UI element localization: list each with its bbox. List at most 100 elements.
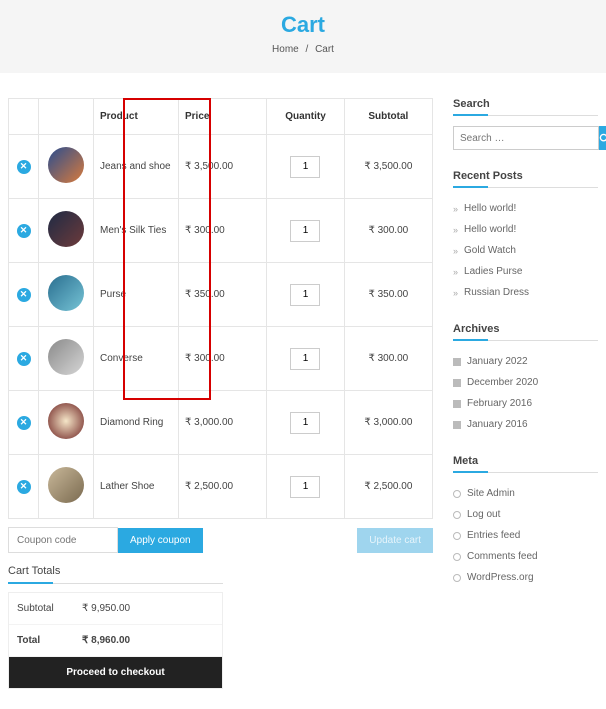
remove-button[interactable]: ✕ <box>17 224 31 238</box>
meta-title: Meta <box>453 455 598 473</box>
search-icon <box>599 133 606 144</box>
table-row: ✕Purse₹ 350.00₹ 350.00 <box>9 263 433 327</box>
square-icon <box>453 421 461 429</box>
list-item[interactable]: January 2022 <box>453 351 598 372</box>
page-title: Cart <box>0 12 606 38</box>
update-cart-button[interactable]: Update cart <box>357 528 433 553</box>
list-item[interactable]: »Russian Dress <box>453 282 598 303</box>
search-input[interactable] <box>453 126 599 150</box>
circle-icon <box>453 490 461 498</box>
list-item[interactable]: »Hello world! <box>453 219 598 240</box>
archives-title: Archives <box>453 323 598 341</box>
subtotal-label: Subtotal <box>17 603 82 614</box>
remove-button[interactable]: ✕ <box>17 416 31 430</box>
product-subtotal: ₹ 3,500.00 <box>344 135 432 199</box>
list-item[interactable]: Site Admin <box>453 483 598 504</box>
quantity-input[interactable] <box>290 412 320 434</box>
circle-icon <box>453 532 461 540</box>
apply-coupon-button[interactable]: Apply coupon <box>118 528 203 553</box>
product-image[interactable] <box>48 275 84 311</box>
quantity-input[interactable] <box>290 220 320 242</box>
list-item[interactable]: »Hello world! <box>453 198 598 219</box>
product-image[interactable] <box>48 147 84 183</box>
quantity-input[interactable] <box>290 476 320 498</box>
remove-button[interactable]: ✕ <box>17 352 31 366</box>
remove-button[interactable]: ✕ <box>17 160 31 174</box>
coupon-input[interactable] <box>8 527 118 553</box>
product-subtotal: ₹ 300.00 <box>344 327 432 391</box>
table-row: ✕Lather Shoe₹ 2,500.00₹ 2,500.00 <box>9 455 433 519</box>
cart-table: Product Price Quantity Subtotal ✕ Jeans a… <box>8 98 433 519</box>
th-price: Price <box>179 99 267 135</box>
breadcrumb: Home / Cart <box>0 44 606 55</box>
product-name[interactable]: Lather Shoe <box>94 455 179 519</box>
chevron-icon: » <box>453 267 458 277</box>
chevron-icon: » <box>453 225 458 235</box>
subtotal-value: ₹ 9,950.00 <box>82 603 130 614</box>
square-icon <box>453 379 461 387</box>
th-qty: Quantity <box>267 99 344 135</box>
product-image[interactable] <box>48 339 84 375</box>
checkout-button[interactable]: Proceed to checkout <box>9 657 222 688</box>
remove-button[interactable]: ✕ <box>17 288 31 302</box>
product-subtotal: ₹ 2,500.00 <box>344 455 432 519</box>
product-price: ₹ 300.00 <box>179 327 267 391</box>
crumb-separator: / <box>306 44 309 55</box>
hero-banner: Cart Home / Cart <box>0 0 606 73</box>
th-product: Product <box>94 99 179 135</box>
total-value: ₹ 8,960.00 <box>82 635 130 646</box>
quantity-input[interactable] <box>290 348 320 370</box>
list-item[interactable]: »Ladies Purse <box>453 261 598 282</box>
table-row: ✕Diamond Ring₹ 3,000.00₹ 3,000.00 <box>9 391 433 455</box>
th-subtotal: Subtotal <box>344 99 432 135</box>
product-price: ₹ 2,500.00 <box>179 455 267 519</box>
circle-icon <box>453 511 461 519</box>
table-row: ✕Jeans and shoe₹ 3,500.00₹ 3,500.00 <box>9 135 433 199</box>
meta-widget: Meta Site AdminLog outEntries feedCommen… <box>453 455 598 588</box>
table-row: ✕Men's Silk Ties₹ 300.00₹ 300.00 <box>9 199 433 263</box>
product-subtotal: ₹ 350.00 <box>344 263 432 327</box>
list-item[interactable]: Comments feed <box>453 546 598 567</box>
chevron-icon: » <box>453 246 458 256</box>
product-name[interactable]: Men's Silk Ties <box>94 199 179 263</box>
product-price: ₹ 300.00 <box>179 199 267 263</box>
recent-posts-title: Recent Posts <box>453 170 598 188</box>
remove-button[interactable]: ✕ <box>17 480 31 494</box>
product-name[interactable]: Converse <box>94 327 179 391</box>
cart-totals-box: Subtotal ₹ 9,950.00 Total ₹ 8,960.00 Pro… <box>8 592 223 689</box>
product-price: ₹ 3,000.00 <box>179 391 267 455</box>
list-item[interactable]: January 2016 <box>453 414 598 435</box>
crumb-home[interactable]: Home <box>272 44 299 55</box>
recent-posts-widget: Recent Posts »Hello world!»Hello world!»… <box>453 170 598 303</box>
product-name[interactable]: Diamond Ring <box>94 391 179 455</box>
list-item[interactable]: »Gold Watch <box>453 240 598 261</box>
crumb-current: Cart <box>315 44 334 55</box>
list-item[interactable]: December 2020 <box>453 372 598 393</box>
product-subtotal: ₹ 3,000.00 <box>344 391 432 455</box>
list-item[interactable]: Entries feed <box>453 525 598 546</box>
circle-icon <box>453 553 461 561</box>
table-row: ✕Converse₹ 300.00₹ 300.00 <box>9 327 433 391</box>
product-image[interactable] <box>48 211 84 247</box>
chevron-icon: » <box>453 288 458 298</box>
list-item[interactable]: February 2016 <box>453 393 598 414</box>
product-subtotal: ₹ 300.00 <box>344 199 432 263</box>
square-icon <box>453 358 461 366</box>
quantity-input[interactable] <box>290 156 320 178</box>
search-widget: Search <box>453 98 598 150</box>
list-item[interactable]: Log out <box>453 504 598 525</box>
coupon-row: Apply coupon Update cart <box>8 527 433 553</box>
square-icon <box>453 400 461 408</box>
search-button[interactable] <box>599 126 606 150</box>
archives-widget: Archives January 2022December 2020Februa… <box>453 323 598 435</box>
quantity-input[interactable] <box>290 284 320 306</box>
chevron-icon: » <box>453 204 458 214</box>
product-name[interactable]: Purse <box>94 263 179 327</box>
list-item[interactable]: WordPress.org <box>453 567 598 588</box>
product-price: ₹ 350.00 <box>179 263 267 327</box>
total-label: Total <box>17 635 82 646</box>
product-price: ₹ 3,500.00 <box>179 135 267 199</box>
product-name[interactable]: Jeans and shoe <box>94 135 179 199</box>
product-image[interactable] <box>48 403 84 439</box>
product-image[interactable] <box>48 467 84 503</box>
